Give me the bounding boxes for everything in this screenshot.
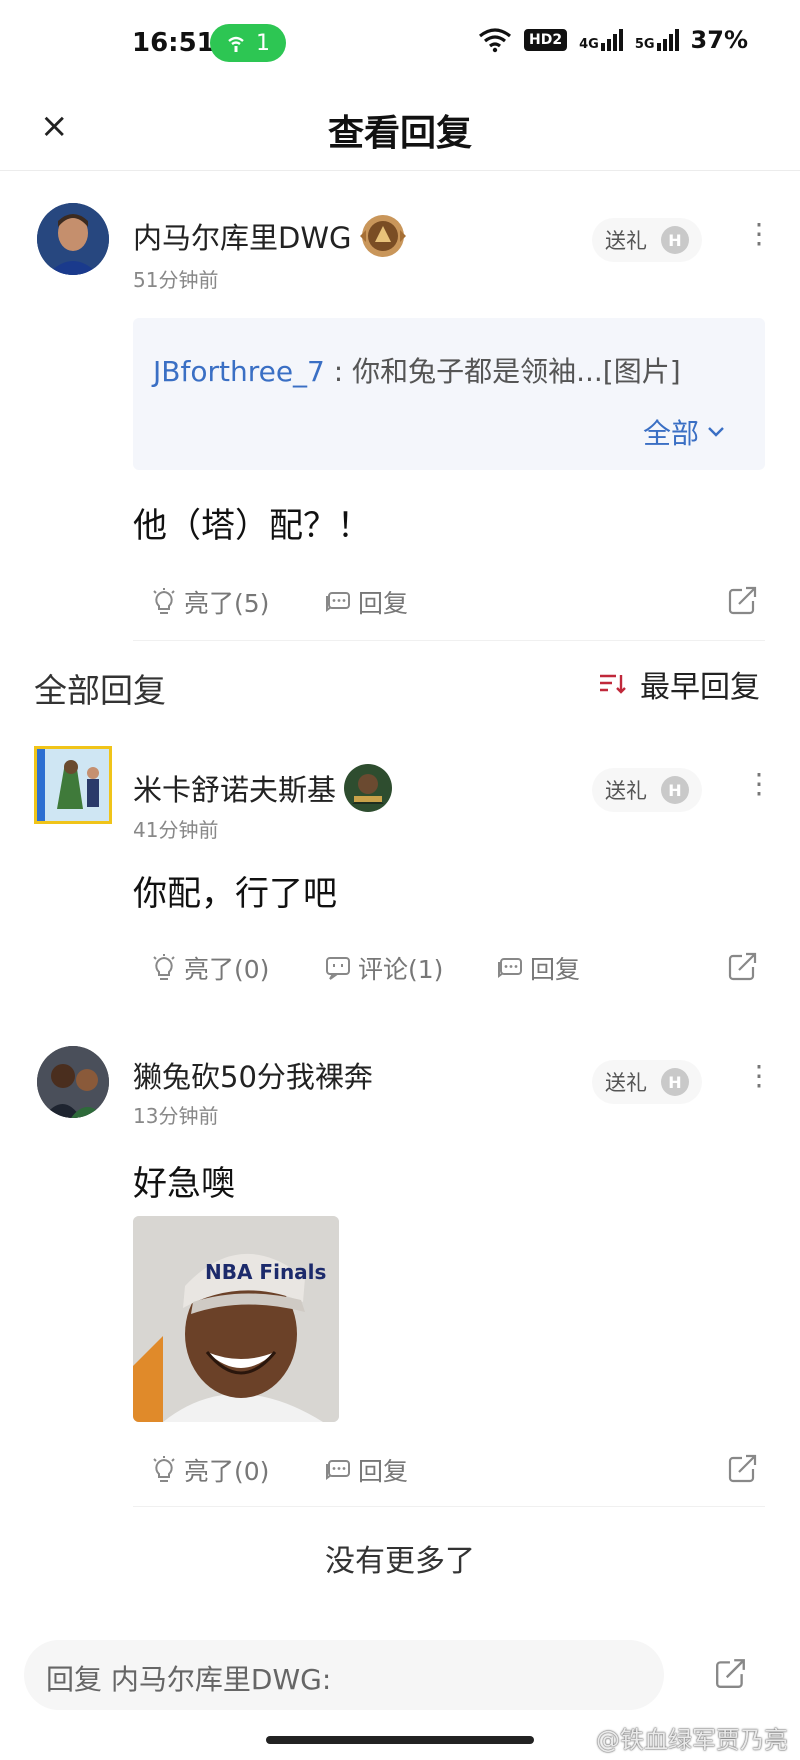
- team-badge-icon: [344, 764, 393, 812]
- meme-picture: [133, 1216, 339, 1422]
- share-button[interactable]: [727, 1452, 759, 1488]
- coin-icon: H: [661, 1068, 689, 1096]
- medal-badge-icon: [360, 215, 407, 257]
- sort-icon: [600, 674, 626, 694]
- quote-separator: :: [324, 355, 353, 388]
- meme-cap-text: NBA Finals: [205, 1260, 327, 1284]
- like-label: 亮了(0): [184, 1457, 270, 1486]
- reply-button[interactable]: 回复: [496, 950, 580, 986]
- home-indicator[interactable]: [266, 1736, 534, 1744]
- gift-button[interactable]: 送礼 H: [592, 1060, 702, 1104]
- like-button[interactable]: 亮了(0): [150, 1452, 269, 1488]
- divider: [133, 1506, 765, 1507]
- chevron-down-icon: [708, 427, 724, 437]
- net-4g-label: 4G: [579, 37, 599, 52]
- wifi-icon: [479, 28, 512, 53]
- reply-label: 回复: [358, 1457, 409, 1486]
- share-button[interactable]: [714, 1656, 748, 1694]
- more-options-icon[interactable]: ⋮: [745, 770, 773, 798]
- avatar-image: [37, 749, 109, 821]
- more-options-icon[interactable]: ⋮: [745, 220, 773, 248]
- more-options-icon[interactable]: ⋮: [745, 1062, 773, 1090]
- avatar-image: [37, 203, 109, 275]
- share-icon: [716, 1659, 745, 1688]
- avatar-image: [37, 1046, 109, 1118]
- reply-button[interactable]: 回复: [324, 584, 408, 620]
- comment-button[interactable]: 评论(1): [324, 950, 443, 986]
- lightbulb-icon: [153, 588, 175, 614]
- signal-5g: 5G: [635, 29, 679, 51]
- reply-content: 你配，行了吧: [133, 874, 337, 914]
- username[interactable]: 内马尔库里DWG: [133, 215, 351, 257]
- quote-expand-label: 全部: [642, 417, 699, 450]
- reply-content: 好急噢: [133, 1164, 235, 1204]
- username[interactable]: 米卡舒诺夫斯基: [133, 767, 336, 809]
- gift-label: 送礼: [605, 229, 647, 253]
- watermark: @铁血绿军贾乃亮: [596, 1726, 788, 1754]
- status-time: 16:51: [132, 28, 215, 58]
- divider: [133, 640, 765, 641]
- no-more-label: 没有更多了: [325, 1544, 475, 1579]
- quote-text: 你和兔子都是领袖...[图片]: [352, 355, 681, 388]
- gift-button[interactable]: 送礼 H: [592, 218, 702, 262]
- like-label: 亮了(5): [184, 589, 270, 618]
- avatar[interactable]: [37, 1046, 109, 1118]
- gift-label: 送礼: [605, 779, 647, 803]
- hotspot-count: 1: [256, 30, 270, 56]
- gift-label: 送礼: [605, 1071, 647, 1095]
- quote-line: JBforthree_7 : 你和兔子都是领袖...[图片]: [153, 350, 681, 390]
- post-time: 13分钟前: [133, 1104, 219, 1128]
- like-label: 亮了(0): [184, 955, 270, 984]
- username-row: 内马尔库里DWG: [133, 212, 409, 260]
- page-header: × 查看回复: [0, 92, 800, 171]
- comment-label: 评论(1): [358, 955, 444, 984]
- reply-input[interactable]: 回复 内马尔库里DWG:: [24, 1640, 664, 1710]
- reply-button[interactable]: 回复: [324, 1452, 408, 1488]
- post-content: 他（塔）配？！: [133, 506, 371, 546]
- comment-bubble-icon: [326, 957, 350, 980]
- avatar[interactable]: [37, 203, 109, 275]
- coin-icon: H: [661, 776, 689, 804]
- coin-icon: H: [661, 226, 689, 254]
- meme-image[interactable]: NBA Finals: [133, 1216, 339, 1422]
- username[interactable]: 獭兔砍50分我裸奔: [133, 1054, 373, 1096]
- reply-bubble-icon: [326, 592, 350, 612]
- quote-username[interactable]: JBforthree_7: [153, 355, 325, 388]
- hd-badge: HD2: [524, 29, 568, 51]
- post-time: 41分钟前: [133, 818, 219, 842]
- all-replies-label: 全部回复: [34, 671, 166, 710]
- lightbulb-icon: [153, 1456, 175, 1482]
- signal-bars-icon: [600, 29, 623, 51]
- signal-bars-icon: [656, 29, 679, 51]
- signal-4g: 4G: [579, 29, 623, 51]
- hotspot-icon: [228, 36, 244, 52]
- sort-button[interactable]: 最早回复: [598, 662, 760, 706]
- reply-bubble-icon: [498, 958, 522, 978]
- battery-percent: 37%: [690, 26, 748, 54]
- share-icon: [728, 586, 757, 615]
- reply-placeholder: 回复 内马尔库里DWG:: [46, 1663, 332, 1696]
- reply-label: 回复: [530, 955, 581, 984]
- status-bar: 16:51 1 HD2 4G 5G 37%: [0, 0, 800, 92]
- reply-bubble-icon: [326, 1460, 350, 1480]
- username-row: 米卡舒诺夫斯基: [133, 762, 394, 814]
- lightbulb-icon: [153, 954, 175, 980]
- quote-expand-button[interactable]: 全部: [643, 412, 725, 452]
- share-button[interactable]: [727, 584, 759, 620]
- share-button[interactable]: [727, 950, 759, 986]
- net-5g-label: 5G: [634, 37, 655, 52]
- hotspot-pill[interactable]: 1: [210, 24, 286, 62]
- like-button[interactable]: 亮了(5): [150, 584, 269, 620]
- avatar[interactable]: [34, 746, 112, 824]
- quoted-comment[interactable]: JBforthree_7 : 你和兔子都是领袖...[图片] 全部: [133, 318, 765, 470]
- like-button[interactable]: 亮了(0): [150, 950, 269, 986]
- post-time: 51分钟前: [133, 268, 219, 292]
- gift-button[interactable]: 送礼 H: [592, 768, 702, 812]
- share-icon: [728, 1454, 757, 1483]
- system-icons: HD2 4G 5G 37%: [478, 26, 748, 54]
- share-icon: [728, 952, 757, 981]
- sort-label: 最早回复: [640, 670, 760, 705]
- reply-label: 回复: [358, 589, 409, 618]
- page-title: 查看回复: [327, 113, 472, 154]
